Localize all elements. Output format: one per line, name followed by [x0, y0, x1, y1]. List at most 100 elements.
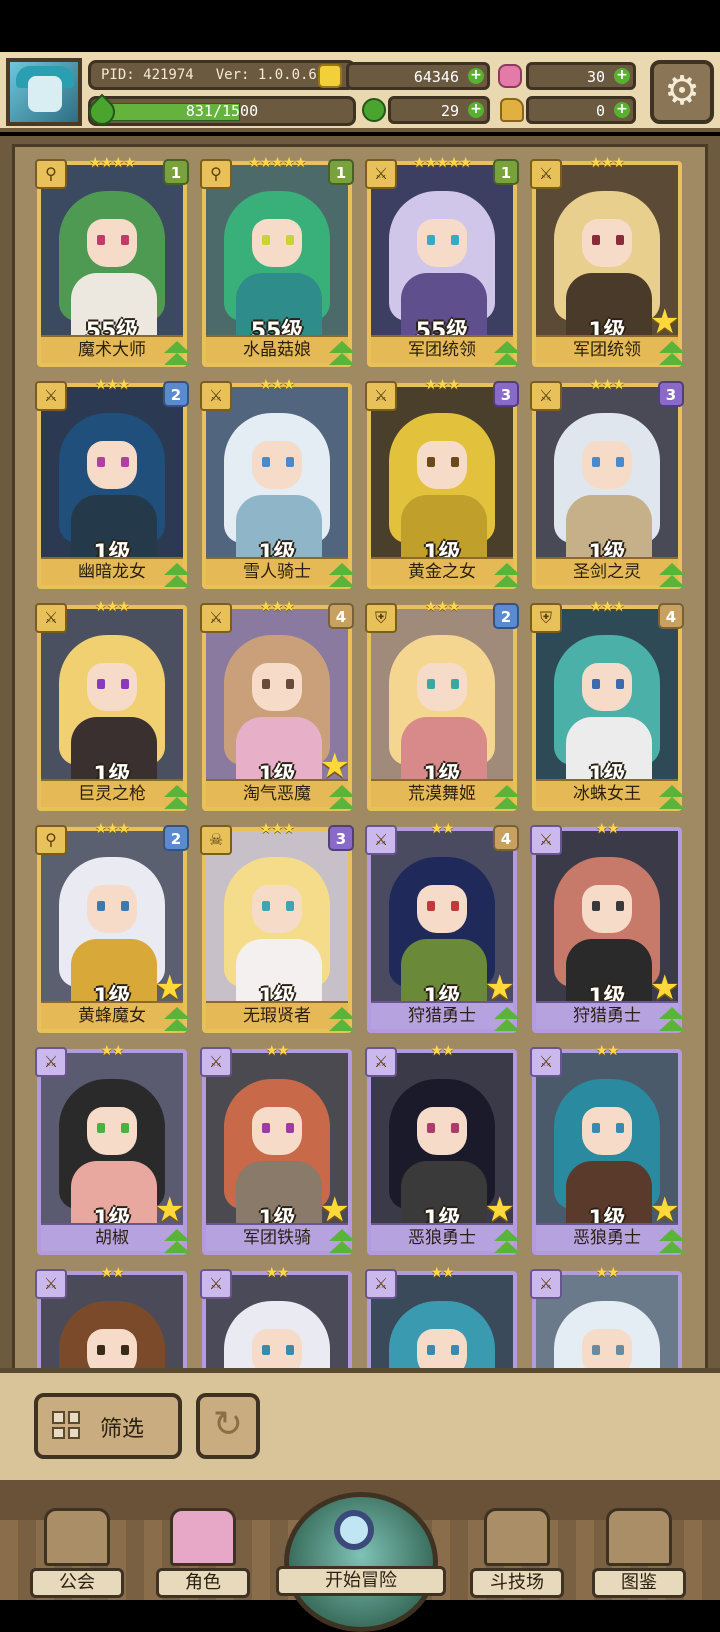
upgrade-arrow-icon[interactable]	[161, 1227, 191, 1257]
upgrade-arrow-icon[interactable]	[656, 783, 686, 813]
upgrade-arrow-icon[interactable]	[161, 1005, 191, 1035]
upgrade-arrow-icon[interactable]	[491, 339, 521, 369]
upgrade-arrow-icon[interactable]	[656, 1005, 686, 1035]
shoe-icon	[500, 98, 524, 122]
character-card[interactable]: 55级 魔术大师 ⚲ ★★★★ 1	[35, 155, 190, 367]
upgrade-arrow-icon[interactable]	[161, 339, 191, 369]
upgrade-arrow-icon[interactable]	[326, 339, 356, 369]
nav-arena-label: 斗技场	[470, 1568, 564, 1598]
nav-codex[interactable]: 图鉴	[592, 1504, 686, 1600]
character-card[interactable]: 55级 军团统领 ⚔ ★★★★★ 1	[365, 155, 520, 367]
portrait-eye	[97, 235, 105, 245]
grid-filter-icon	[52, 1411, 80, 1439]
nav-adventure[interactable]: 开始冒险	[276, 1492, 446, 1632]
portrait-face	[582, 219, 632, 267]
rank-badge: 4	[658, 603, 684, 629]
add-gold-button[interactable]: +	[468, 68, 484, 84]
portrait-face	[582, 663, 632, 711]
upgrade-arrow-icon[interactable]	[326, 561, 356, 591]
upgrade-arrow-icon[interactable]	[326, 783, 356, 813]
character-card[interactable]: 1级 恶狼勇士 ⚔ ★★ ★	[530, 1043, 685, 1255]
character-card[interactable]: ⚔ ★★	[200, 1265, 352, 1368]
star-rating: ★★	[100, 1043, 124, 1059]
character-card[interactable]: ⚔ ★★	[365, 1265, 517, 1368]
portrait-face	[87, 441, 137, 489]
portrait-face	[252, 219, 302, 267]
upgrade-arrow-icon[interactable]	[326, 1005, 356, 1035]
character-card[interactable]: ⚔ ★★	[35, 1265, 187, 1368]
portrait-face	[87, 1329, 137, 1368]
portrait-face	[87, 885, 137, 933]
crossed-swords-icon	[484, 1508, 550, 1566]
upgrade-arrow-icon[interactable]	[491, 783, 521, 813]
nav-guild-label: 公会	[30, 1568, 124, 1598]
character-card[interactable]: 1级 淘气恶魔 ⚔ ★★★ 4 ★	[200, 599, 355, 811]
character-card[interactable]: 1级 黄蜂魔女 ⚲ ★★★ 2 ★	[35, 821, 190, 1033]
character-card[interactable]: 1级 狩猎勇士 ⚔ ★★ ★	[530, 821, 685, 1033]
player-avatar[interactable]	[6, 58, 82, 126]
character-card[interactable]: 1级 雪人骑士 ⚔ ★★★	[200, 377, 355, 589]
upgrade-arrow-icon[interactable]	[161, 561, 191, 591]
upgrade-arrow-icon[interactable]	[656, 561, 686, 591]
add-gem-button[interactable]: +	[614, 68, 630, 84]
roster-panel: 55级 魔术大师 ⚲ ★★★★ 1 55级 水晶菇娘 ⚲ ★★★★★ 1 55级 军团统领 ⚔ ★★★★★…	[0, 136, 720, 1368]
gem-value: 30	[586, 68, 605, 86]
nav-adventure-label: 开始冒险	[276, 1566, 446, 1596]
game-version: Ver: 1.0.0.6	[215, 67, 317, 83]
upgrade-arrow-icon[interactable]	[161, 783, 191, 813]
portrait-face	[417, 1107, 467, 1155]
nav-characters[interactable]: 角色	[156, 1504, 250, 1600]
upgrade-arrow-icon[interactable]	[491, 561, 521, 591]
portrait-eye	[286, 1123, 294, 1133]
filter-button[interactable]: 筛选	[34, 1393, 182, 1459]
upgrade-arrow-icon[interactable]	[326, 1227, 356, 1257]
character-card[interactable]: 55级 水晶菇娘 ⚲ ★★★★★ 1	[200, 155, 355, 367]
character-card[interactable]: 1级 巨灵之枪 ⚔ ★★★	[35, 599, 190, 811]
upgrade-arrow-icon[interactable]	[656, 1227, 686, 1257]
controls-bar: 筛选 ↻	[0, 1368, 720, 1480]
portrait-eye	[616, 235, 624, 245]
character-card[interactable]: 1级 胡椒 ⚔ ★★ ★	[35, 1043, 190, 1255]
character-card[interactable]: 1级 狩猎勇士 ⚔ ★★ 4 ★	[365, 821, 520, 1033]
nav-guild[interactable]: 公会	[30, 1504, 124, 1600]
upgrade-arrow-icon[interactable]	[656, 339, 686, 369]
character-card[interactable]: 1级 幽暗龙女 ⚔ ★★★ 2	[35, 377, 190, 589]
card-frame: 55级 军团统领	[367, 161, 517, 367]
portrait-eye	[286, 679, 294, 689]
card-frame: 1级 巨灵之枪	[37, 605, 187, 811]
nav-arena[interactable]: 斗技场	[470, 1504, 564, 1600]
top-bar: PID: 421974 Ver: 1.0.0.6 831/1500 64346 …	[0, 52, 720, 132]
settings-button[interactable]: ⚙	[650, 60, 714, 124]
character-card[interactable]: 1级 荒漠舞姬 ⛨ ★★★ 2	[365, 599, 520, 811]
character-card[interactable]: 1级 恶狼勇士 ⚔ ★★ ★	[365, 1043, 520, 1255]
portrait-eye	[427, 457, 435, 467]
character-card[interactable]: 1级 黄金之女 ⚔ ★★★ 3	[365, 377, 520, 589]
status-bar	[0, 0, 720, 52]
portrait-face	[252, 441, 302, 489]
portrait-face	[582, 1107, 632, 1155]
upgrade-arrow-icon[interactable]	[491, 1005, 521, 1035]
guild-house-icon	[44, 1508, 110, 1566]
card-frame: 1级 荒漠舞姬	[367, 605, 517, 811]
character-card[interactable]: 1级 军团铁骑 ⚔ ★★ ★	[200, 1043, 355, 1255]
portrait-eye	[451, 679, 459, 689]
rank-badge: 2	[163, 381, 189, 407]
character-card[interactable]: 1级 无瑕贤者 ☠ ★★★ 3	[200, 821, 355, 1033]
character-card[interactable]: 1级 冰蛛女王 ⛨ ★★★ 4	[530, 599, 685, 811]
clover-value: 29	[440, 102, 459, 120]
add-shoe-button[interactable]: +	[614, 102, 630, 118]
upgrade-arrow-icon[interactable]	[491, 1227, 521, 1257]
gold-counter: 64346 +	[346, 62, 490, 90]
add-clover-button[interactable]: +	[468, 102, 484, 118]
character-card[interactable]: ⚔ ★★	[530, 1265, 682, 1368]
star-rating: ★★★	[94, 599, 131, 615]
portrait-eye	[592, 679, 600, 689]
portrait-face	[417, 1329, 467, 1368]
character-card[interactable]: 1级 圣剑之灵 ⚔ ★★★ 3	[530, 377, 685, 589]
gold-star-icon: ★	[649, 968, 680, 1008]
portrait-eye	[262, 1123, 270, 1133]
character-card[interactable]: 1级 军团统领 ⚔ ★★★ ★	[530, 155, 685, 367]
character-icon	[170, 1508, 236, 1566]
nav-characters-label: 角色	[156, 1568, 250, 1598]
refresh-button[interactable]: ↻	[196, 1393, 260, 1459]
